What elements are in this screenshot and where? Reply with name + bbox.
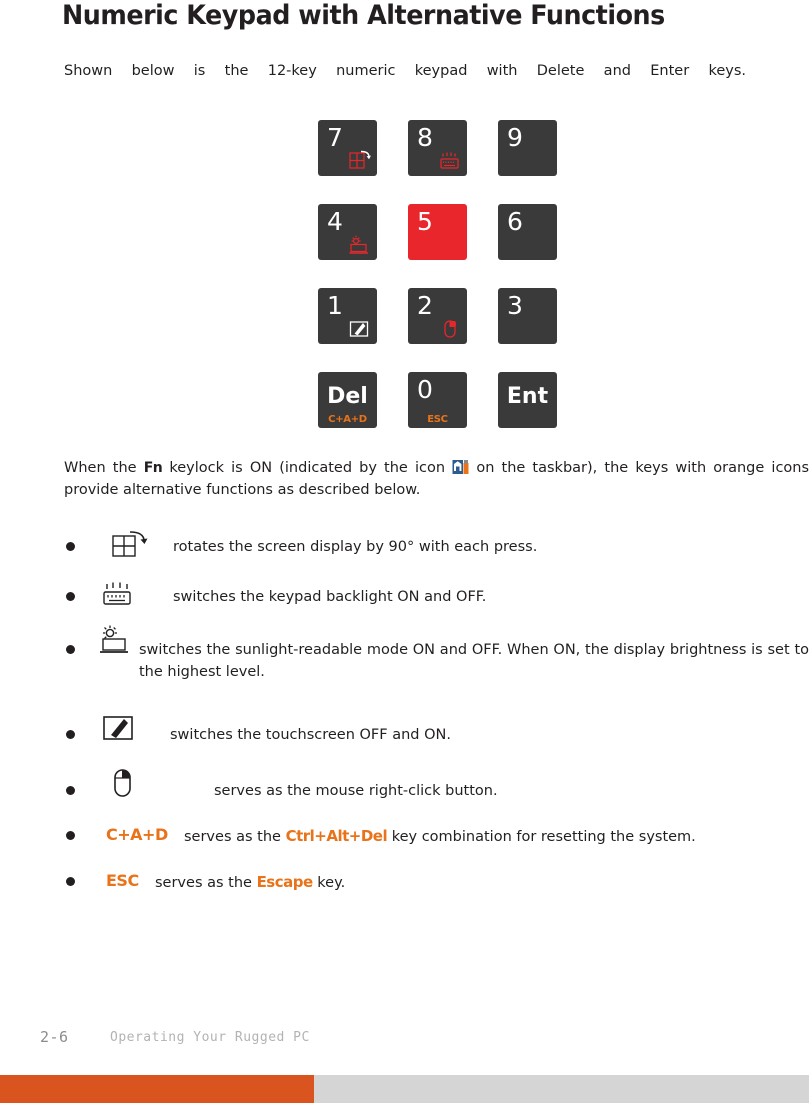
- bullet-6-text-b: key combination for resetting the system…: [391, 829, 696, 845]
- keypad-key-6: 6: [498, 204, 557, 260]
- key-label: Del: [327, 384, 368, 409]
- mouse-right-click-icon: [108, 766, 138, 807]
- escape-emphasis: Escape: [256, 873, 314, 891]
- page: Numeric Keypad with Alternative Function…: [0, 0, 809, 1103]
- keypad-backlight-icon: [438, 150, 462, 172]
- keypad-illustration: 7 8 9 4 5 6 1 2 3 Del C+A+D 0 ESC Ent: [316, 120, 566, 430]
- keypad-key-delete: Del C+A+D: [318, 372, 377, 428]
- keypad-key-enter: Ent: [498, 372, 557, 428]
- bullet-marker: [66, 786, 75, 795]
- touchscreen-icon: [348, 318, 372, 340]
- key-alt-label: C+A+D: [328, 414, 367, 425]
- rotate-screen-icon: [110, 530, 152, 563]
- intro-paragraph: Shown below is the 12-key numeric keypad…: [64, 63, 746, 79]
- bullet-text-3: switches the sunlight-readable mode ON a…: [139, 642, 809, 680]
- keypad-key-9: 9: [498, 120, 557, 176]
- key-label: 9: [507, 123, 523, 152]
- keypad-key-3: 3: [498, 288, 557, 344]
- bullet-text-4: switches the touchscreen OFF and ON.: [170, 727, 451, 743]
- bullet-text-2: switches the keypad backlight ON and OFF…: [173, 589, 487, 605]
- key-label: 8: [417, 123, 433, 152]
- footer-chapter-title: Operating Your Rugged PC: [110, 1030, 310, 1045]
- bullet-marker: [66, 592, 75, 601]
- bullet-text-1: rotates the screen display by 90° with e…: [173, 539, 538, 555]
- fn-keylock-paragraph: When the Fn keylock is ON (indicated by …: [64, 457, 809, 501]
- bullet-text-6: serves as the Ctrl+Alt+Del key combinati…: [184, 825, 809, 848]
- ctrl-alt-del-emphasis: Ctrl+Alt+Del: [285, 827, 388, 845]
- keypad-key-4: 4: [318, 204, 377, 260]
- key-label: 4: [327, 207, 343, 236]
- bullet-marker: [66, 831, 75, 840]
- bullet-7-text-a: serves as the: [155, 875, 252, 891]
- fn-paragraph-part2: keylock is ON (indicated by the icon: [169, 460, 446, 476]
- key-label: 3: [507, 291, 523, 320]
- keypad-key-1: 1: [318, 288, 377, 344]
- esc-key-label: ESC: [106, 871, 139, 890]
- key-label: 2: [417, 291, 433, 320]
- bullet-text-5: serves as the mouse right-click button.: [214, 783, 498, 799]
- bullet-text-7: serves as the Escape key.: [155, 871, 780, 894]
- footer-bar-left: [0, 1075, 314, 1103]
- sunlight-readable-icon: [98, 624, 140, 663]
- key-label: 6: [507, 207, 523, 236]
- keypad-key-8: 8: [408, 120, 467, 176]
- keypad-key-2: 2: [408, 288, 467, 344]
- keypad-key-7: 7: [318, 120, 377, 176]
- bullet-marker: [66, 645, 75, 654]
- key-label: 7: [327, 123, 343, 152]
- key-label: 0: [417, 375, 433, 404]
- bullet-marker: [66, 877, 75, 886]
- fn-taskbar-icon: [452, 459, 469, 475]
- cad-key-label: C+A+D: [106, 825, 168, 844]
- bullet-7-text-b: key.: [317, 875, 346, 891]
- keypad-backlight-icon: [100, 580, 140, 613]
- bullet-6-text-a: serves as the: [184, 829, 281, 845]
- key-label: 5: [417, 207, 433, 236]
- key-alt-label: ESC: [427, 414, 448, 425]
- fn-paragraph-part1: When the: [64, 460, 137, 476]
- mouse-right-click-icon: [438, 318, 462, 340]
- rotate-screen-icon: [348, 150, 372, 172]
- footer-page-number: 2-6: [40, 1028, 69, 1046]
- key-label: Ent: [506, 384, 549, 409]
- key-label: 1: [327, 291, 343, 320]
- bullet-marker: [66, 542, 75, 551]
- fn-key-label: Fn: [143, 460, 163, 476]
- keypad-key-0: 0 ESC: [408, 372, 467, 428]
- page-title: Numeric Keypad with Alternative Function…: [62, 0, 665, 31]
- keypad-key-5: 5: [408, 204, 467, 260]
- bullet-marker: [66, 730, 75, 739]
- touchscreen-icon: [100, 712, 146, 751]
- footer-bar-right: [314, 1075, 809, 1103]
- sunlight-readable-icon: [348, 234, 372, 256]
